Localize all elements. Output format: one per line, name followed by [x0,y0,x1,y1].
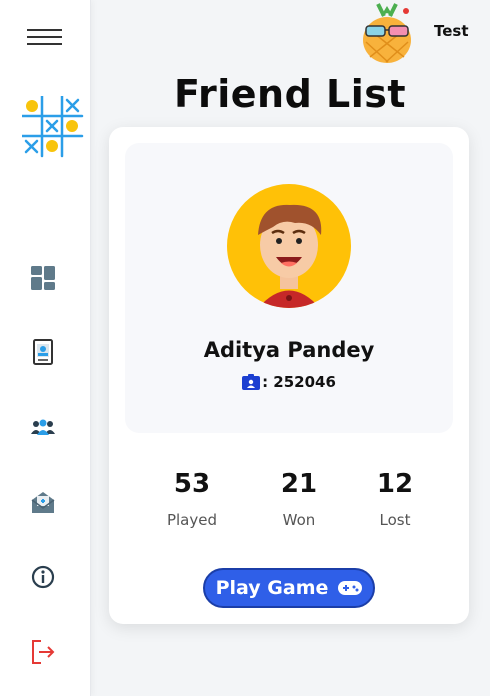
friends-icon[interactable] [29,414,57,442]
play-game-label: Play Game [215,577,329,599]
profile-card-icon[interactable] [29,338,57,366]
username[interactable]: Test [434,22,469,40]
inbox-icon[interactable] [29,488,57,516]
friend-id: : 252046 [125,373,453,391]
stat-label: Played [166,511,218,529]
stat-value: 53 [173,469,211,499]
stat-value: 12 [376,469,414,499]
friend-card: Aditya Pandey : 252046 53 Played 21 Won … [109,127,469,624]
menu-icon[interactable] [27,29,62,47]
stat-value: 21 [280,469,318,499]
friend-avatar [227,184,351,308]
stat-won: 21 Won [249,467,349,529]
profile-box: Aditya Pandey : 252046 [125,143,453,433]
id-card-icon [242,374,261,390]
play-game-button[interactable]: Play Game [203,568,375,608]
logout-icon[interactable] [29,638,57,666]
info-icon[interactable] [29,563,57,591]
page-title: Friend List [173,72,407,116]
friend-name: Aditya Pandey [203,338,375,362]
dashboard-icon[interactable] [29,264,57,292]
stat-played: 53 Played [142,467,242,529]
stat-lost: 12 Lost [345,467,445,529]
friend-id-text: : 252046 [262,373,336,391]
gamepad-icon [338,581,363,595]
stat-label: Won [282,511,316,529]
user-avatar[interactable] [358,2,416,64]
stat-label: Lost [379,511,411,529]
